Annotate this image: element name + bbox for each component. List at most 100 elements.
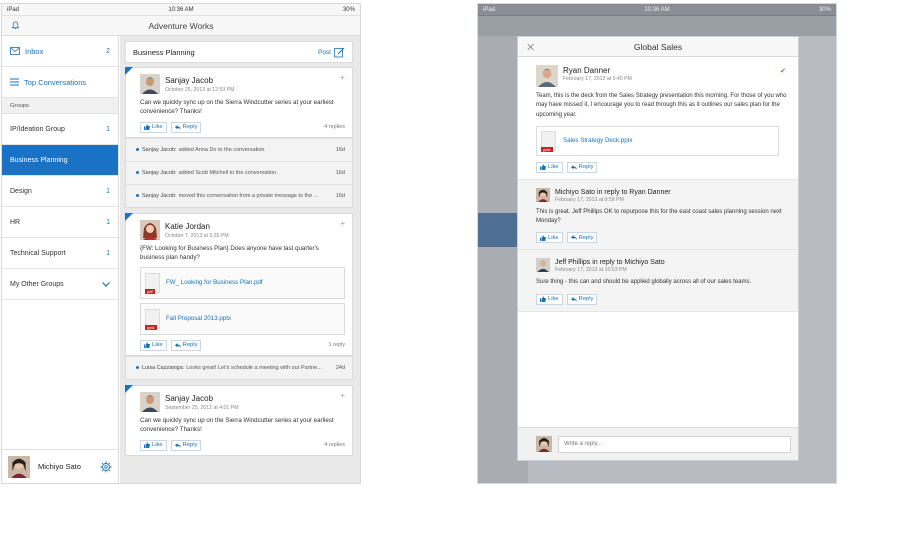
like-label: Like bbox=[548, 164, 559, 171]
reply-arrow-icon bbox=[570, 235, 577, 241]
author-name[interactable]: Sanjay Jacob bbox=[165, 76, 235, 85]
attachment-name: Sales Strategy Deck.pptx bbox=[563, 137, 633, 145]
activity-item[interactable]: Sanjay Jacob: added Anna Do to the conver… bbox=[126, 137, 352, 161]
like-button[interactable]: Like bbox=[140, 121, 167, 133]
like-label: Like bbox=[152, 442, 163, 449]
message-body: Can we quickly sync up on the Sierra Win… bbox=[140, 416, 334, 433]
bell-icon[interactable] bbox=[11, 21, 20, 30]
sidebar-item-top-conversations[interactable]: Top Conversations bbox=[2, 67, 118, 98]
thumbs-up-icon bbox=[540, 235, 546, 241]
attachment-name: FW_ Looking for Business Plan.pdf bbox=[166, 279, 263, 287]
reply-input[interactable] bbox=[558, 435, 791, 453]
reply-count[interactable]: 1 reply bbox=[328, 342, 345, 348]
author-name[interactable]: Jeff Phillips in reply to Michiyo Sato bbox=[555, 259, 665, 266]
like-button[interactable]: Like bbox=[536, 232, 563, 244]
follow-plus-icon[interactable]: + bbox=[340, 73, 345, 82]
conversation-card[interactable]: + Sanjay Jacob September 25, 2012 at 4:0… bbox=[125, 384, 353, 456]
group-item-design[interactable]: Design 1 bbox=[2, 176, 118, 207]
attachment[interactable]: pptx Sales Strategy Deck.pptx bbox=[536, 125, 779, 156]
group-label: IP/Ideation Group bbox=[10, 125, 65, 133]
thumbs-up-icon bbox=[144, 342, 150, 349]
chevron-down-icon bbox=[102, 281, 110, 287]
reply-composer bbox=[518, 427, 798, 460]
activity-text: added Scott Mitchell to the conversation… bbox=[178, 169, 278, 176]
post-button[interactable]: Post bbox=[318, 47, 345, 58]
other-groups-label: My Other Groups bbox=[10, 280, 64, 288]
avatar[interactable] bbox=[536, 187, 550, 202]
dimmed-title-bar bbox=[478, 16, 836, 36]
unread-marker bbox=[125, 384, 133, 393]
group-label: Business Planning bbox=[10, 156, 68, 164]
conversation-card[interactable]: + Katie Jordan October 7, 2013 at 5:35 P… bbox=[125, 212, 353, 356]
sidebar-item-label: Inbox bbox=[25, 46, 44, 56]
like-label: Like bbox=[548, 234, 559, 241]
group-item-business-planning[interactable]: Business Planning bbox=[2, 145, 118, 176]
reply-button[interactable]: Reply bbox=[566, 293, 598, 305]
modal-title: Global Sales bbox=[633, 41, 683, 52]
like-button[interactable]: Like bbox=[140, 439, 167, 451]
my-other-groups-toggle[interactable]: My Other Groups bbox=[2, 269, 118, 300]
bullet-icon bbox=[136, 194, 139, 198]
group-item-ideation[interactable]: IP/Ideation Group 1 bbox=[2, 114, 118, 145]
author-name[interactable]: Ryan Danner bbox=[563, 66, 632, 75]
sidebar: Inbox 2 Top Conversations Groups IP/Idea… bbox=[2, 36, 119, 483]
reply-button[interactable]: Reply bbox=[170, 339, 202, 351]
status-bar: iPad 10:36 AM 30% bbox=[2, 4, 360, 16]
app-title: Adventure Works bbox=[148, 20, 214, 31]
unread-marker bbox=[125, 212, 133, 221]
follow-plus-icon[interactable]: + bbox=[340, 219, 345, 228]
activity-actor: Sanjay Jacob: bbox=[142, 192, 177, 199]
author-name[interactable]: Michiyo Sato in reply to Ryan Danner bbox=[555, 189, 671, 196]
group-count: 1 bbox=[106, 249, 110, 257]
reply-count[interactable]: 4 replies bbox=[324, 124, 345, 130]
like-button[interactable]: Like bbox=[140, 339, 167, 351]
group-count: 1 bbox=[106, 125, 110, 133]
reply-label: Reply bbox=[182, 124, 198, 131]
reply-count[interactable]: 4 replies bbox=[324, 442, 345, 448]
reply-button[interactable]: Reply bbox=[566, 161, 598, 173]
attachment[interactable]: pptx Fall Proposal 2013.pptx bbox=[140, 302, 345, 335]
reply-arrow-icon bbox=[174, 342, 181, 348]
attachment[interactable]: pdf FW_ Looking for Business Plan.pdf bbox=[140, 266, 345, 299]
carrier-label: iPad bbox=[7, 6, 20, 13]
activity-age: 24d bbox=[335, 364, 345, 371]
group-item-technical-support[interactable]: Technical Support 1 bbox=[2, 238, 118, 269]
message-body: Team, this is the deck from the Sales St… bbox=[536, 93, 787, 118]
reply-button[interactable]: Reply bbox=[170, 121, 202, 133]
activity-actor: Sanjay Jacob: bbox=[142, 169, 177, 176]
thumbs-up-icon bbox=[540, 164, 546, 171]
avatar[interactable] bbox=[140, 391, 160, 412]
list-icon bbox=[10, 78, 19, 86]
avatar[interactable] bbox=[140, 74, 160, 94]
follow-plus-icon[interactable]: + bbox=[340, 391, 345, 400]
post-date: February 17, 2013 at 9:59 PM bbox=[555, 196, 624, 203]
reply-button[interactable]: Reply bbox=[566, 232, 598, 244]
like-button[interactable]: Like bbox=[536, 293, 563, 305]
compose-icon bbox=[334, 47, 345, 57]
sidebar-item-inbox[interactable]: Inbox 2 bbox=[2, 36, 118, 67]
activity-item[interactable]: Sanjay Jacob: added Scott Mitchell to the… bbox=[126, 160, 352, 184]
thumbs-up-icon bbox=[540, 296, 546, 303]
app-title-bar: Adventure Works bbox=[2, 16, 360, 36]
thumbs-up-icon bbox=[144, 442, 150, 449]
clock: 10:36 AM bbox=[644, 6, 670, 13]
activity-item[interactable]: Sanjay Jacob: moved this conversation fro… bbox=[126, 183, 352, 207]
like-button[interactable]: Like bbox=[536, 161, 563, 173]
author-name[interactable]: Katie Jordan bbox=[165, 222, 229, 231]
post-date: September 25, 2012 at 4:01 PM bbox=[165, 404, 239, 411]
close-icon[interactable]: ✕ bbox=[526, 41, 535, 54]
reply-button[interactable]: Reply bbox=[170, 439, 202, 451]
groups-header: Groups bbox=[2, 98, 118, 114]
like-label: Like bbox=[152, 342, 163, 349]
conversation-card[interactable]: + Sanjay Jacob October 25, 2013 at 12:53… bbox=[125, 67, 353, 138]
activity-item[interactable]: Luisa Cazzaniga: Looks great! Let's sched… bbox=[126, 355, 352, 379]
gear-icon[interactable] bbox=[100, 461, 112, 473]
avatar[interactable] bbox=[8, 455, 30, 478]
group-item-hr[interactable]: HR 1 bbox=[2, 207, 118, 238]
avatar[interactable] bbox=[536, 258, 550, 273]
status-bar: iPad 10:36 AM 30% bbox=[478, 4, 836, 16]
avatar[interactable] bbox=[140, 219, 160, 240]
author-name[interactable]: Sanjay Jacob bbox=[165, 394, 239, 403]
bullet-icon bbox=[136, 366, 139, 370]
avatar[interactable] bbox=[536, 65, 558, 87]
